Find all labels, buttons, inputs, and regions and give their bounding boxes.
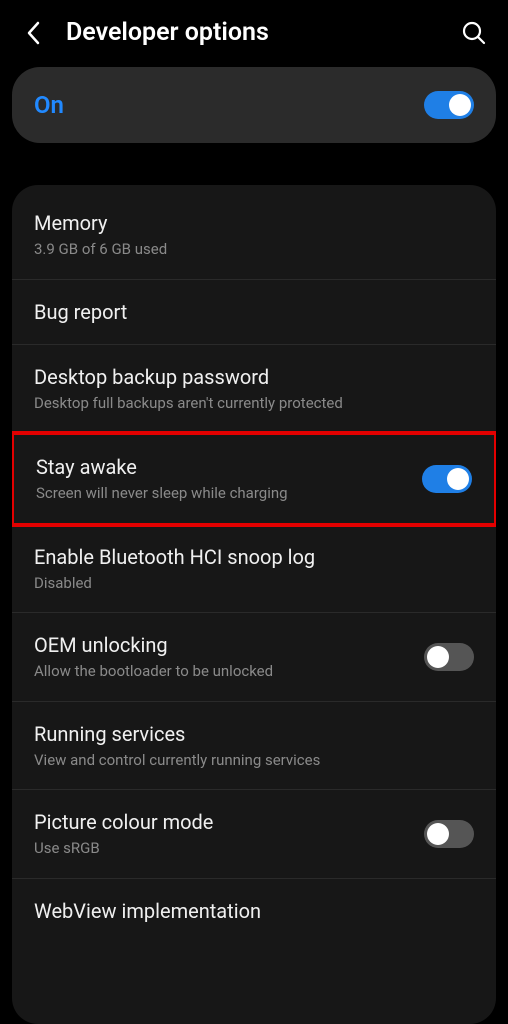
item-bluetooth-hci-snoop[interactable]: Enable Bluetooth HCI snoop log Disabled: [12, 525, 496, 614]
master-toggle-label: On: [34, 91, 64, 119]
item-sub: Use sRGB: [34, 839, 424, 859]
item-webview-implementation[interactable]: WebView implementation: [12, 879, 496, 943]
item-title: Stay awake: [36, 454, 422, 480]
item-oem-unlocking[interactable]: OEM unlocking Allow the bootloader to be…: [12, 613, 496, 702]
item-stay-awake[interactable]: Stay awake Screen will never sleep while…: [12, 431, 496, 527]
item-bug-report[interactable]: Bug report: [12, 280, 496, 345]
settings-panel: Memory 3.9 GB of 6 GB used Bug report De…: [12, 185, 496, 1024]
search-icon[interactable]: [460, 19, 488, 47]
back-icon[interactable]: [20, 19, 48, 47]
item-sub: Allow the bootloader to be unlocked: [34, 662, 424, 682]
item-title: Memory: [34, 210, 474, 236]
item-title: WebView implementation: [34, 898, 474, 924]
item-sub: 3.9 GB of 6 GB used: [34, 240, 474, 260]
item-picture-colour-mode[interactable]: Picture colour mode Use sRGB: [12, 790, 496, 879]
item-title: Desktop backup password: [34, 364, 474, 390]
item-title: Picture colour mode: [34, 809, 424, 835]
item-memory[interactable]: Memory 3.9 GB of 6 GB used: [12, 191, 496, 280]
oem-unlocking-toggle[interactable]: [424, 643, 474, 671]
item-desktop-backup-password[interactable]: Desktop backup password Desktop full bac…: [12, 345, 496, 434]
item-sub: View and control currently running servi…: [34, 751, 474, 771]
item-title: Running services: [34, 721, 474, 747]
item-title: Enable Bluetooth HCI snoop log: [34, 544, 474, 570]
item-running-services[interactable]: Running services View and control curren…: [12, 702, 496, 791]
master-toggle-row[interactable]: On: [12, 67, 496, 143]
header: Developer options: [0, 0, 508, 67]
item-title: OEM unlocking: [34, 632, 424, 658]
item-sub: Disabled: [34, 574, 474, 594]
item-title: Bug report: [34, 299, 474, 325]
picture-colour-mode-toggle[interactable]: [424, 820, 474, 848]
master-toggle-switch[interactable]: [424, 91, 474, 119]
item-sub: Desktop full backups aren't currently pr…: [34, 394, 474, 414]
item-sub: Screen will never sleep while charging: [36, 484, 422, 504]
stay-awake-toggle[interactable]: [422, 465, 472, 493]
page-title: Developer options: [66, 18, 460, 47]
